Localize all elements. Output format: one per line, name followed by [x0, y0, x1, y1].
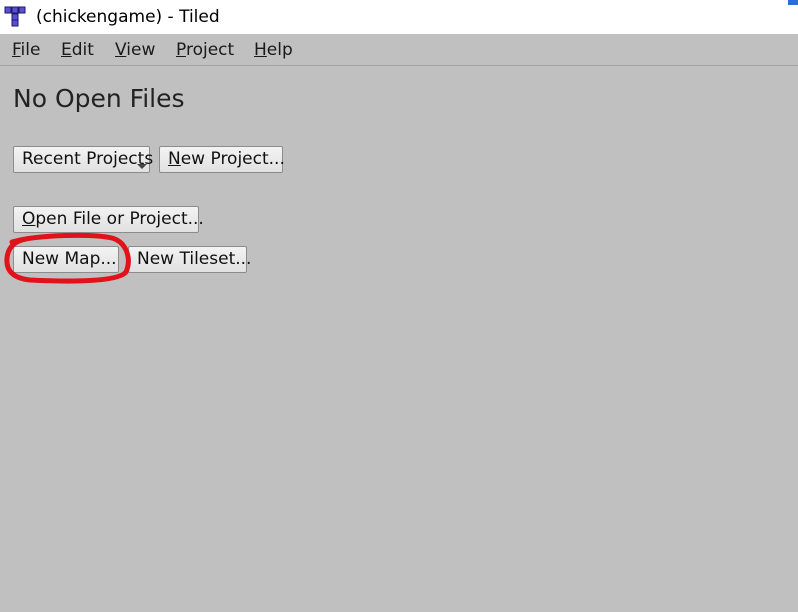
menu-view-mnemonic: V	[115, 40, 127, 60]
menu-help-mnemonic: H	[254, 40, 267, 60]
open-file-or-project-button[interactable]: Open File or Project...	[13, 206, 204, 233]
menu-file-rest: ile	[20, 40, 41, 60]
new-project-button[interactable]: New Project...	[159, 146, 285, 173]
new-map-button[interactable]: New Map...	[13, 246, 119, 273]
menu-edit-mnemonic: E	[61, 40, 72, 60]
menu-project[interactable]: Project	[176, 40, 234, 60]
new-tileset-button[interactable]: New Tileset...	[128, 246, 251, 273]
new-project-mnemonic: N	[168, 149, 181, 169]
menu-help-rest: elp	[266, 40, 293, 60]
tiled-app-icon	[4, 6, 26, 27]
menu-bar: File Edit View Project Help	[0, 34, 798, 66]
menu-edit-rest: dit	[71, 40, 94, 60]
menu-help[interactable]: Help	[254, 40, 293, 60]
menu-edit[interactable]: Edit	[61, 40, 94, 60]
recent-projects-label: Recent Projects	[22, 149, 154, 169]
recent-projects-button[interactable]: Recent Projects	[13, 146, 154, 173]
title-bar-accent	[788, 0, 798, 5]
open-file-mnemonic: O	[22, 209, 36, 229]
chevron-down-icon[interactable]	[137, 164, 147, 169]
menu-project-mnemonic: P	[176, 40, 186, 60]
page-title: No Open Files	[13, 84, 185, 113]
menu-project-rest: roject	[185, 40, 235, 60]
new-tileset-label: New Tileset...	[137, 249, 252, 269]
title-bar: (chickengame) - Tiled	[0, 0, 798, 34]
new-project-label-rest: ew Project...	[180, 149, 285, 169]
window-title: (chickengame) - Tiled	[36, 7, 220, 27]
open-file-label-rest: pen File or Project...	[35, 209, 204, 229]
menu-file-mnemonic: F	[12, 40, 21, 60]
menu-file[interactable]: File	[12, 40, 40, 60]
menu-view[interactable]: View	[115, 40, 155, 60]
new-map-label: New Map...	[22, 249, 117, 269]
menu-view-rest: iew	[126, 40, 156, 60]
